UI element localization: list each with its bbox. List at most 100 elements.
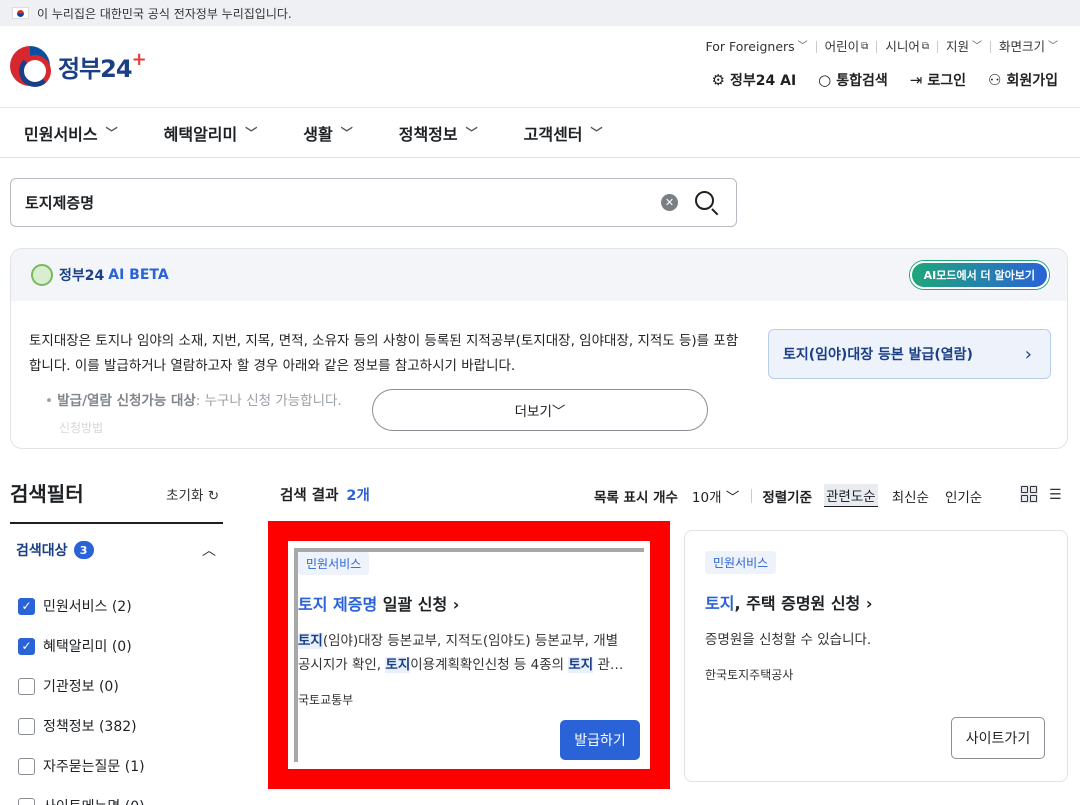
chevron-down-icon: ﹀ [245,126,258,140]
results-heading: 검색 결과 2개 [280,488,370,504]
checkbox-checked[interactable]: ✓ [18,597,35,615]
refresh-icon: ↻ [207,488,219,504]
checkbox[interactable] [18,757,35,775]
filter-civil-service[interactable]: ✓ 민원서비스 (2) [18,586,145,626]
checkbox[interactable] [18,677,35,695]
rabbit-mascot-icon [31,264,53,286]
divider [10,522,223,524]
gov-banner-text: 이 누리집은 대한민국 공식 전자정부 누리집입니다. [37,6,292,21]
clear-search-icon[interactable]: ✕ [661,194,678,211]
ai-answer-text: 토지대장은 토지나 임야의 소재, 지번, 지목, 면적, 소유자 등의 사항이… [29,333,739,374]
login-icon: ⇥ [909,71,923,89]
login-button[interactable]: ⇥ 로그인 [910,70,966,90]
ai-icon: ⚙ [711,71,725,89]
gnb-benefit-alert[interactable]: 혜택알리미 ﹀ [164,121,258,145]
sort-relevance[interactable]: 관련도순 [824,484,878,507]
chevron-down-icon: ﹀ [340,126,353,140]
search-target-toggle[interactable]: 검색대상 3 ︿ [16,540,216,560]
category-tag: 민원서비스 [298,552,370,575]
ai-answer-bullet: • 발급/열람 신청가능 대상: 누구나 신청 가능합니다. [45,393,342,409]
chevron-down-icon: ﹀ [725,489,740,506]
filter-benefit-alert[interactable]: ✓ 혜택알리미 (0) [18,626,145,666]
sort-popular[interactable]: 인기순 [943,485,984,507]
header: 정부24+ For Foreigners ﹀ 어린이 ⧉ 시니어 ⧉ 지원 ﹀ 화면크기… [0,26,1080,108]
chevron-down-icon: ﹀ [971,41,982,52]
chevron-down-icon: ﹀ [1048,41,1058,52]
count-badge: 3 [73,541,94,559]
ai-beta-label: AI BETA [108,267,169,283]
chevron-down-icon: ﹀ [465,126,478,140]
chevron-right-icon: › [1024,343,1032,365]
more-button[interactable]: 더보기 ﹀ [372,389,708,431]
result-title[interactable]: 토지, 주택 증명원 신청 › [705,590,1047,614]
ai-answer-faded-text: 신청방법 [59,421,104,435]
utility-nav: For Foreigners ﹀ 어린이 ⧉ 시니어 ⧉ 지원 ﹀ 화면크기 ﹀ [698,40,1066,53]
result-agency: 국토교통부 [298,693,354,707]
filter-checklist: ✓ 민원서비스 (2) ✓ 혜택알리미 (0) 기관정보 (0) 정책정보 (382… [18,586,145,805]
util-senior[interactable]: 시니어 ⧉ [876,40,937,53]
korea-flag-icon [12,7,29,19]
chevron-down-icon: ﹀ [590,126,603,140]
checkbox-checked[interactable]: ✓ [18,637,35,655]
chevron-down-icon: ﹀ [551,404,566,420]
gnb-policy-info[interactable]: 정책정보 ﹀ [399,121,478,145]
list-count-label: 목록 표시 개수 [594,489,678,506]
result-title[interactable]: 토지 제증명 일괄 신청 › [298,591,644,615]
issue-button[interactable]: 발급하기 [560,720,640,760]
list-view-icon[interactable]: ☰ [1049,487,1062,503]
taegeuk-logo-icon [10,46,51,87]
chevron-right-icon: › [865,594,873,613]
gnb-civil-service[interactable]: 민원서비스 ﹀ [24,121,118,145]
result-description: 토지(임야)대장 등본교부, 지적도(임야도) 등본교부, 개별 공시지가 확인… [298,633,624,673]
signup-button[interactable]: ⚇ 회원가입 [988,70,1058,90]
grid-view-icon[interactable] [1020,485,1038,503]
main-actions: ⚙ 정부24 AI ○ 통합검색 ⇥ 로그인 ⚇ 회원가입 [712,70,1058,90]
global-nav: 민원서비스 ﹀ 혜택알리미 ﹀ 생활 ﹀ 정책정보 ﹀ 고객센터 ﹀ [0,108,1080,158]
util-screen-size[interactable]: 화면크기 ﹀ [989,40,1066,53]
logo[interactable]: 정부24+ [10,46,147,87]
util-children[interactable]: 어린이 ⧉ [815,40,877,53]
search-input[interactable]: 토지제증명 ✕ [10,178,737,227]
filter-site-menu[interactable]: 사이트메뉴명 (0) [18,786,145,805]
user-plus-icon: ⚇ [988,71,1002,89]
filter-faq[interactable]: 자주묻는질문 (1) [18,746,145,786]
gov24-ai-button[interactable]: ⚙ 정부24 AI [712,70,797,90]
result-card[interactable]: 민원서비스 토지, 주택 증명원 신청 › 증명원을 신청할 수 있습니다. 한… [684,530,1068,782]
external-link-icon: ⧉ [861,41,869,52]
search-icon[interactable] [694,190,720,216]
filter-agency-info[interactable]: 기관정보 (0) [18,666,145,706]
util-support[interactable]: 지원 ﹀ [936,40,990,53]
chevron-right-icon: › [452,595,460,614]
ai-mode-more-button[interactable]: AI모드에서 더 알아보기 [909,261,1049,289]
result-card[interactable]: 민원서비스 토지 제증명 일괄 신청 › 토지(임야)대장 등본교부, 지적도(… [298,552,644,762]
external-link-icon: ⧉ [921,41,929,52]
category-tag: 민원서비스 [705,551,777,574]
search-icon: ○ [818,71,832,89]
result-agency: 한국토지주택공사 [705,668,794,682]
gov-banner: 이 누리집은 대한민국 공식 전자정부 누리집입니다. [0,0,1080,26]
search-filter: 검색필터 초기화 ↻ 검색대상 3 ︿ ✓ 민원서비스 (2) ✓ 혜택알리미 (0… [10,478,223,805]
gnb-life[interactable]: 생활 ﹀ [303,121,352,145]
result-description: 증명원을 신청할 수 있습니다. [705,632,872,648]
list-options: 목록 표시 개수 10개 ﹀ 정렬기준 관련도순 최신순 인기순 [594,484,996,507]
gnb-customer-center[interactable]: 고객센터 ﹀ [524,121,603,145]
chevron-down-icon: ﹀ [797,41,808,52]
ai-panel-header: 정부24 AI BETA AI모드에서 더 알아보기 [11,249,1067,301]
ai-answer-panel: 정부24 AI BETA AI모드에서 더 알아보기 토지대장은 토지나 임야의… [10,248,1068,449]
integrated-search-button[interactable]: ○ 통합검색 [818,70,888,90]
filter-policy-info[interactable]: 정책정보 (382) [18,706,145,746]
land-register-link[interactable]: 토지(임야)대장 등본 발급(열람) › [768,329,1051,379]
chevron-down-icon: ﹀ [105,126,118,140]
sort-label: 정렬기준 [762,489,813,506]
results-count: 2개 [346,488,370,504]
checkbox[interactable] [18,717,35,735]
checkbox[interactable] [18,797,35,805]
util-for-foreigners[interactable]: For Foreigners ﹀ [698,40,816,53]
reset-filter-button[interactable]: 초기화 ↻ [166,484,219,504]
go-to-site-button[interactable]: 사이트가기 [951,717,1045,759]
divider [751,488,753,503]
sort-latest[interactable]: 최신순 [890,485,931,507]
list-count-select[interactable]: 10개 ﹀ [692,486,739,506]
logo-text: 정부24+ [58,48,147,83]
search-value[interactable]: 토지제증명 [25,192,661,213]
